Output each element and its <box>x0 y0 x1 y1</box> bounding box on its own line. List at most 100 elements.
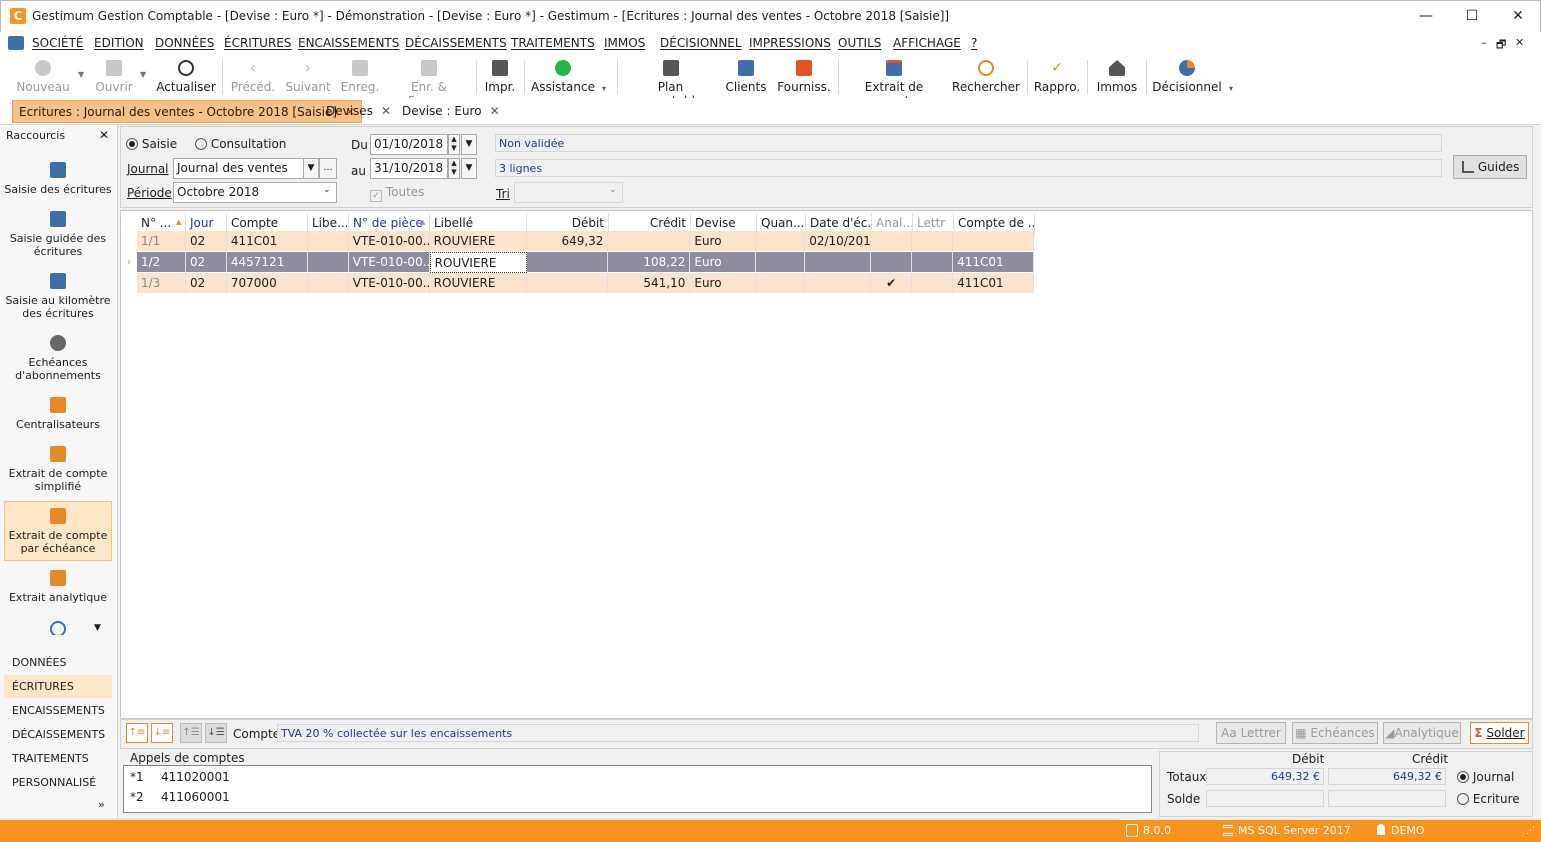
close-icon[interactable]: ✕ <box>381 104 391 118</box>
journal-field[interactable]: Journal des ventes <box>173 158 306 179</box>
immos-button[interactable]: Immos <box>1097 56 1137 94</box>
date-du-spinner[interactable]: ▲ ▼ <box>448 134 460 155</box>
table-row[interactable]: 1/1 02 411C01 VTE-010-00... ROUVIERE 649,32 Eu… <box>121 231 1034 252</box>
menu-donnees[interactable]: DONNÉES <box>155 36 214 50</box>
new-dropdown-icon[interactable]: ▼ <box>78 70 84 79</box>
cell-piece[interactable]: VTE-010-00... <box>348 273 430 294</box>
menu-edition[interactable]: EDITION <box>94 36 144 50</box>
table-row[interactable]: › 1/2 02 4457121 VTE-010-00... ROUVIERE 108,22… <box>121 252 1034 273</box>
close-button[interactable]: ✕ <box>1495 1 1541 31</box>
tab-devises[interactable]: Devises ✕ <box>320 100 397 123</box>
insert-below-icon[interactable]: ↓≡ <box>151 723 173 743</box>
cell-lettr[interactable] <box>912 231 954 252</box>
guides-button[interactable]: Guides <box>1453 155 1527 179</box>
assistance-button[interactable]: Assistance <box>531 56 595 94</box>
toolbar-overflow-icon[interactable]: ▾ <box>602 84 606 93</box>
journal-dropdown-icon[interactable]: ▼ <box>303 158 319 179</box>
cell-libelle[interactable]: ROUVIERE <box>429 231 527 252</box>
previous-button[interactable]: ‹ Précéd. <box>231 56 276 95</box>
shortcut-extrait-echeance[interactable]: Extrait de compte par échéance <box>4 501 112 561</box>
journal-browse-button[interactable]: … <box>319 158 337 179</box>
cell-num[interactable]: 1/1 <box>136 231 186 252</box>
cell-date[interactable]: 02/10/2018 <box>805 231 872 252</box>
cell-anal[interactable] <box>871 231 913 252</box>
cell-quan[interactable] <box>756 252 806 273</box>
decisionnel-button[interactable]: Décisionnel <box>1152 56 1222 94</box>
radio-journal[interactable]: Journal <box>1457 770 1514 784</box>
analytique-button[interactable]: ◢Analytique <box>1383 722 1461 744</box>
cell-anal[interactable] <box>871 252 913 273</box>
cell-compte-de[interactable]: 411C01 <box>953 273 1034 294</box>
close-icon[interactable]: ✕ <box>99 128 109 142</box>
nav-traitements[interactable]: TRAITEMENTS <box>4 747 112 770</box>
cell-debit[interactable]: 649,32 <box>526 231 609 252</box>
shortcut-extrait-analytique[interactable]: Extrait analytique <box>4 570 112 604</box>
tab-ecritures[interactable]: Ecritures : Journal des ventes - Octobre… <box>12 100 363 123</box>
cell-quan[interactable] <box>756 273 806 294</box>
cell-libelle[interactable]: ROUVIERE <box>429 273 527 294</box>
solder-button[interactable]: Σ Solder <box>1470 722 1529 744</box>
scroll-down-icon[interactable]: ▼ <box>94 623 101 633</box>
date-du-dropdown-icon[interactable]: ▼ <box>461 134 477 155</box>
print-button[interactable]: Impr. <box>484 56 516 94</box>
cell-compte[interactable]: 707000 <box>226 273 308 294</box>
nav-personnalise[interactable]: PERSONNALISÉ <box>4 771 112 794</box>
menu-decaissements[interactable]: DÉCAISSEMENTS <box>405 36 507 50</box>
chevron-down-icon[interactable]: ⌄ <box>323 185 331 195</box>
menu-ecritures[interactable]: ÉCRITURES <box>224 36 292 50</box>
cell-date[interactable] <box>805 273 872 294</box>
new-button[interactable]: Nouveau <box>16 56 70 94</box>
cell-devise[interactable]: Euro <box>690 252 757 273</box>
cell-piece[interactable]: VTE-010-00... <box>348 252 430 273</box>
save-button[interactable]: Enreg. <box>341 56 379 94</box>
menu-immos[interactable]: IMMOS <box>604 36 645 50</box>
search-button[interactable]: Rechercher <box>952 56 1020 94</box>
close-icon[interactable]: ✕ <box>490 104 500 118</box>
cell-compte[interactable]: 4457121 <box>226 252 308 273</box>
cell-jour[interactable]: 02 <box>185 252 227 273</box>
nav-donnees[interactable]: DONNÉES <box>4 651 112 674</box>
cell-devise[interactable]: Euro <box>690 231 757 252</box>
cell-piece[interactable]: VTE-010-00... <box>348 231 430 252</box>
fournisseurs-button[interactable]: Fourniss. <box>777 56 831 94</box>
tri-select[interactable] <box>514 182 623 203</box>
toolbar-overflow-icon[interactable]: ▾ <box>1229 84 1233 93</box>
menu-societe[interactable]: SOCIÉTÉ <box>32 36 83 50</box>
cell-compte-de[interactable] <box>953 231 1034 252</box>
shortcut-saisie-ecritures[interactable]: Saisie des écritures <box>4 162 112 196</box>
cell-jour[interactable]: 02 <box>185 231 227 252</box>
radio-consultation[interactable]: Consultation <box>195 137 286 151</box>
cell-lettr[interactable] <box>912 252 954 273</box>
chevron-down-icon[interactable]: ⌄ <box>609 185 617 195</box>
radio-ecriture[interactable]: Ecriture <box>1457 792 1520 806</box>
appel-value[interactable]: 411020001 <box>161 770 230 784</box>
periode-field[interactable]: Octobre 2018 <box>173 182 337 203</box>
nav-ecritures[interactable]: ÉCRITURES <box>4 675 112 698</box>
shortcut-saisie-guidee[interactable]: Saisie guidée des écritures <box>4 211 112 258</box>
nav-encaissements[interactable]: ENCAISSEMENTS <box>4 699 112 722</box>
open-button[interactable]: Ouvrir <box>95 56 133 94</box>
date-au-spinner[interactable]: ▲ ▼ <box>448 158 460 179</box>
cell-credit[interactable] <box>608 231 691 252</box>
cell-devise[interactable]: Euro <box>690 273 757 294</box>
date-au-dropdown-icon[interactable]: ▼ <box>461 158 477 179</box>
cell-quan[interactable] <box>756 231 806 252</box>
radio-saisie[interactable]: Saisie <box>126 137 177 151</box>
cell-debit[interactable] <box>526 273 609 294</box>
refresh-button[interactable]: Actualiser <box>156 56 216 94</box>
clients-button[interactable]: Clients <box>726 56 767 94</box>
cell-date[interactable] <box>805 252 872 273</box>
menu-encaissements[interactable]: ENCAISSEMENTS <box>298 36 399 50</box>
appel-value[interactable]: 411060001 <box>161 790 230 804</box>
menu-affichage[interactable]: AFFICHAGE <box>893 36 961 50</box>
menu-impressions[interactable]: IMPRESSIONS <box>749 36 831 50</box>
toutes-checkbox[interactable]: ✓ Toutes <box>370 185 424 202</box>
cell-lettr[interactable] <box>912 273 954 294</box>
cell-compte[interactable]: 411C01 <box>226 231 308 252</box>
cell-jour[interactable]: 02 <box>185 273 227 294</box>
cell-credit[interactable]: 108,22 <box>608 252 691 273</box>
shortcut-extrait-simplifie[interactable]: Extrait de compte simplifié <box>4 446 112 493</box>
tab-devise-euro[interactable]: Devise : Euro ✕ <box>396 100 506 123</box>
menu-outils[interactable]: OUTILS <box>838 36 881 50</box>
cell-libe[interactable] <box>307 252 349 273</box>
